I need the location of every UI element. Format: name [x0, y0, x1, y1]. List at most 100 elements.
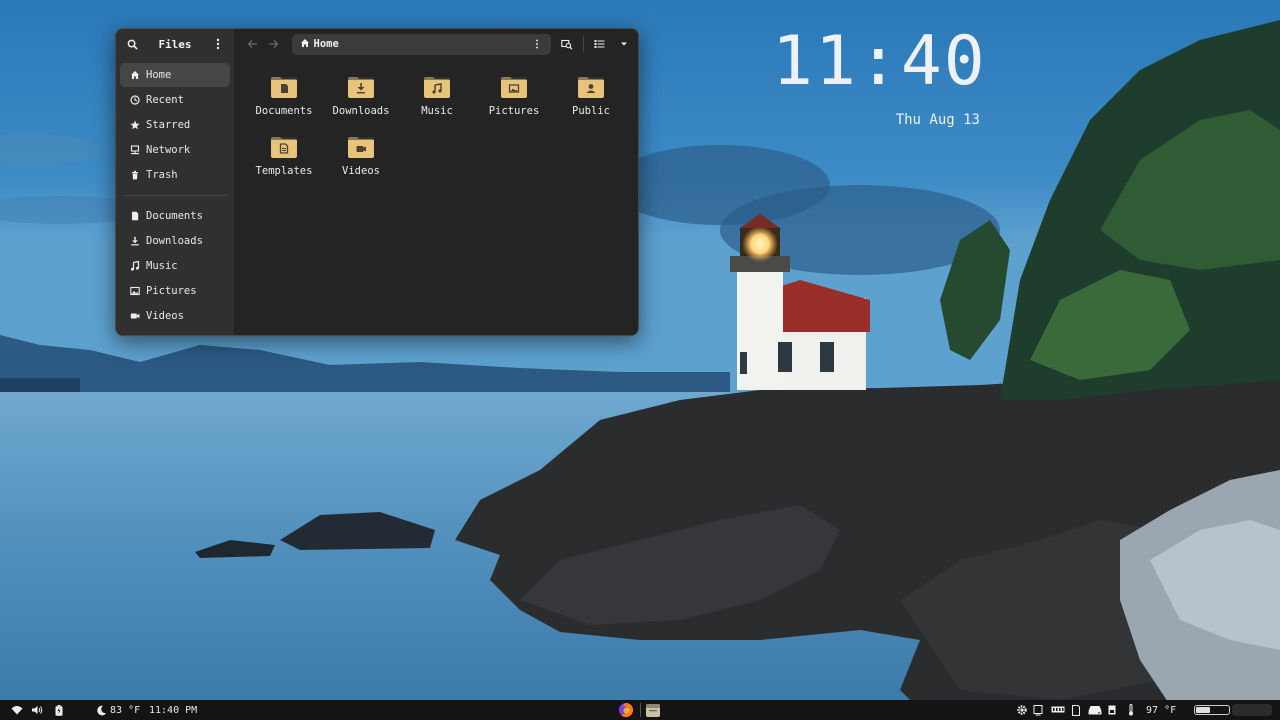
sidebar-item-videos[interactable]: Videos — [120, 304, 230, 328]
folder-pictures-icon — [501, 77, 527, 98]
memory-tray[interactable] — [1051, 700, 1065, 720]
home-icon — [300, 38, 310, 51]
folder-label: Videos — [342, 165, 380, 177]
folder-music-icon — [424, 77, 450, 98]
path-menu-icon[interactable] — [529, 36, 545, 52]
settings-tray[interactable] — [1016, 700, 1028, 720]
trash-icon — [129, 169, 141, 181]
toolbar-separator — [582, 36, 584, 52]
storage-tray[interactable] — [1070, 700, 1082, 720]
folder-label: Music — [421, 105, 453, 117]
folder-videos[interactable]: Videos — [323, 135, 399, 177]
drive-tray[interactable] — [1088, 700, 1102, 720]
path-bar[interactable]: Home — [291, 33, 551, 55]
sd-card-icon — [1070, 704, 1082, 716]
music-icon — [129, 260, 141, 272]
file-manager-icon — [645, 702, 661, 718]
folder-templates[interactable]: Templates — [246, 135, 322, 177]
header-bar: Home — [234, 29, 638, 59]
folder-label: Pictures — [488, 105, 540, 117]
disk-usage-tray[interactable] — [1106, 700, 1118, 720]
dock-separator — [640, 700, 641, 720]
taskbar-clock[interactable]: 11:40 PM — [149, 700, 197, 720]
weather-widget[interactable]: 83 °F — [95, 700, 140, 720]
monitor-icon — [1032, 704, 1044, 716]
wifi-status[interactable] — [11, 700, 23, 720]
sidebar-item-label: Videos — [146, 310, 184, 322]
network-icon — [129, 144, 141, 156]
folder-label: Downloads — [332, 105, 390, 117]
sidebar-item-label: Downloads — [146, 235, 203, 247]
window-title: Files — [158, 37, 192, 51]
display-tray[interactable] — [1032, 700, 1044, 720]
view-controls — [559, 36, 632, 52]
sidebar-item-network[interactable]: Network — [120, 138, 230, 162]
battery-meter[interactable] — [1194, 700, 1230, 720]
folder-documents-icon — [271, 77, 297, 98]
memory-icon — [1051, 704, 1065, 716]
battery-fill — [1196, 707, 1210, 713]
folder-music[interactable]: Music — [399, 75, 475, 117]
files-window: Files Home Recent Starred Network Trash … — [115, 28, 639, 336]
chevron-down-icon[interactable] — [616, 36, 632, 52]
files-launcher[interactable] — [645, 700, 661, 720]
sidebar-item-label: Music — [146, 260, 178, 272]
clock-icon — [129, 94, 141, 106]
battery-bar — [1194, 705, 1230, 715]
weather-temperature: 83 °F — [110, 704, 141, 716]
sidebar-item-music[interactable]: Music — [120, 254, 230, 278]
gear-icon — [1016, 704, 1028, 716]
sidebar-item-documents[interactable]: Documents — [120, 204, 230, 228]
sidebar-item-label: Starred — [146, 119, 191, 131]
folder-downloads[interactable]: Downloads — [323, 75, 399, 117]
battery-status[interactable] — [53, 700, 65, 720]
arrow-right-icon — [268, 40, 279, 48]
picture-icon — [129, 285, 141, 297]
path-label: Home — [313, 38, 339, 50]
sidebar-item-downloads[interactable]: Downloads — [120, 229, 230, 253]
disk-icon — [1106, 704, 1118, 716]
hard-drive-icon — [1088, 704, 1102, 716]
sidebar-item-label: Home — [146, 69, 172, 81]
sidebar-item-pictures[interactable]: Pictures — [120, 279, 230, 303]
sidebar-item-trash[interactable]: Trash — [120, 163, 230, 187]
folder-downloads-icon — [348, 77, 374, 98]
volume-status[interactable] — [31, 700, 43, 720]
forward-button[interactable] — [263, 34, 284, 54]
thermometer-icon — [1125, 704, 1137, 716]
folder-documents[interactable]: Documents — [246, 75, 322, 117]
search-icon[interactable] — [124, 36, 140, 52]
sidebar-item-home[interactable]: Home — [120, 63, 230, 87]
back-button[interactable] — [242, 34, 263, 54]
list-view-icon[interactable] — [592, 36, 608, 52]
folder-public-icon — [578, 77, 604, 98]
file-view: Home Documents Downloads Music Pictures … — [234, 29, 638, 335]
folder-videos-icon — [348, 137, 374, 158]
desktop-clock-time: 11:40 — [772, 22, 987, 101]
home-icon — [129, 69, 141, 81]
sidebar-item-label: Documents — [146, 210, 203, 222]
firefox-launcher[interactable] — [618, 700, 634, 720]
cpu-temperature-text: 97 °F — [1146, 704, 1177, 716]
folder-templates-icon — [271, 137, 297, 158]
sidebar: Files Home Recent Starred Network Trash … — [116, 29, 234, 335]
search-folder-icon[interactable] — [559, 36, 575, 52]
moon-icon — [95, 704, 107, 716]
folder-pictures[interactable]: Pictures — [476, 75, 552, 117]
menu-kebab-icon[interactable] — [210, 36, 226, 52]
wifi-icon — [11, 704, 23, 716]
taskbar-clock-text: 11:40 PM — [149, 704, 198, 716]
star-icon — [129, 119, 141, 131]
sidebar-item-label: Trash — [146, 169, 178, 181]
sidebar-item-starred[interactable]: Starred — [120, 113, 230, 137]
sidebar-places: Home Recent Starred Network Trash Docume… — [116, 59, 234, 328]
temperature-tray[interactable] — [1125, 700, 1137, 720]
sidebar-item-recent[interactable]: Recent — [120, 88, 230, 112]
taskbar: 83 °F 11:40 PM 97 °F — [0, 700, 1280, 720]
desktop-clock-date: Thu Aug 13 — [895, 112, 980, 128]
sidebar-header: Files — [116, 29, 234, 59]
folder-label: Templates — [255, 165, 313, 177]
folder-public[interactable]: Public — [553, 75, 629, 117]
cpu-temperature[interactable]: 97 °F — [1146, 700, 1176, 720]
sidebar-item-label: Recent — [146, 94, 184, 106]
